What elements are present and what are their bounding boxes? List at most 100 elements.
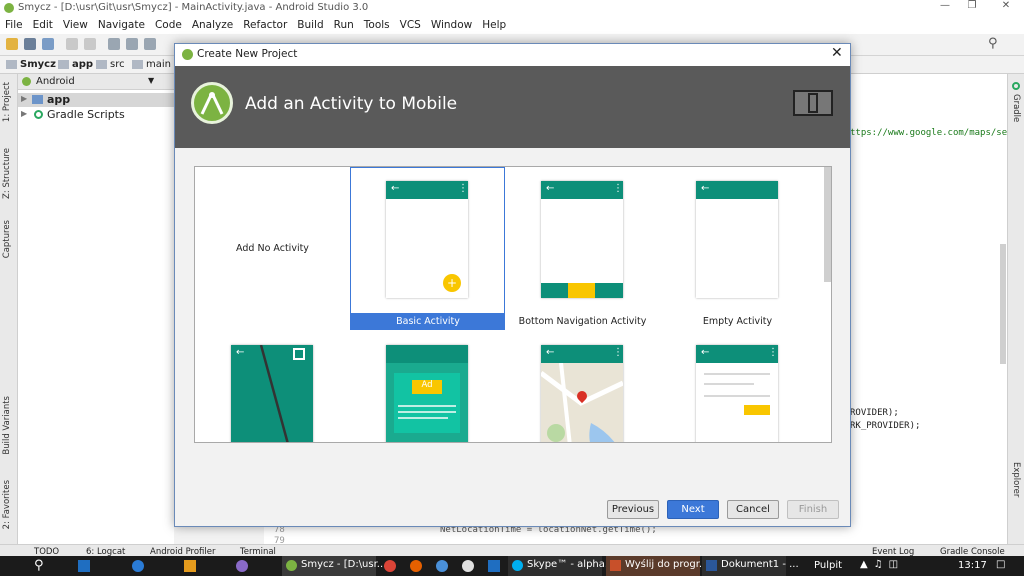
- app-icon[interactable]: [436, 560, 448, 572]
- tree-item-app[interactable]: ▶ app: [18, 93, 174, 107]
- notifications-icon[interactable]: □: [996, 559, 1005, 570]
- close-window-button[interactable]: ✕: [996, 0, 1016, 11]
- word-icon: [706, 560, 717, 571]
- breadcrumb-main[interactable]: main: [146, 59, 171, 70]
- folder-icon: [58, 60, 69, 69]
- menu-tools[interactable]: Tools: [359, 17, 395, 31]
- sync-icon[interactable]: [42, 38, 54, 50]
- app-icon[interactable]: [184, 560, 196, 572]
- menu-refactor[interactable]: Refactor: [238, 17, 292, 31]
- app-icon[interactable]: [236, 560, 248, 572]
- tab-build-variants[interactable]: Build Variants: [2, 396, 12, 455]
- undo-icon[interactable]: [66, 38, 78, 50]
- menu-analyze[interactable]: Analyze: [187, 17, 238, 31]
- next-button[interactable]: Next: [667, 500, 719, 519]
- cut-icon[interactable]: [108, 38, 120, 50]
- back-arrow-icon: ←: [546, 347, 555, 358]
- minimize-button[interactable]: —: [935, 0, 955, 11]
- taskbar-word[interactable]: Dokument1 - ...: [702, 556, 799, 576]
- tab-structure[interactable]: Z: Structure: [2, 148, 12, 199]
- overflow-menu-icon: ⋮: [613, 183, 623, 194]
- template-login-activity[interactable]: ← ⋮: [660, 330, 815, 442]
- breadcrumb-smycz[interactable]: Smycz: [20, 59, 56, 70]
- outlook-icon[interactable]: [78, 560, 90, 572]
- template-google-admob-ads-activity[interactable]: Ad: [350, 330, 505, 442]
- taskbar-android-studio[interactable]: Smycz - [D:\usr...: [282, 556, 386, 576]
- dialog-title-bar: Create New Project ✕: [175, 44, 850, 66]
- paste-icon[interactable]: [144, 38, 156, 50]
- project-view-selector[interactable]: Android ▼: [18, 74, 174, 90]
- system-tray-icons[interactable]: ▲♫◫: [860, 559, 904, 570]
- menu-file[interactable]: File: [0, 17, 28, 31]
- editor-scrollbar[interactable]: [1000, 244, 1006, 364]
- breadcrumb-src[interactable]: src: [110, 59, 125, 70]
- maximize-button[interactable]: ❐: [962, 0, 982, 11]
- back-arrow-icon: ←: [236, 347, 245, 358]
- template-fullscreen-activity[interactable]: ←: [195, 330, 350, 442]
- gradle-icon: [1012, 82, 1020, 90]
- redo-icon[interactable]: [84, 38, 96, 50]
- folder-icon: [96, 60, 107, 69]
- search-everywhere-icon[interactable]: ⚲: [988, 36, 998, 51]
- app-bar: [386, 345, 468, 363]
- previous-button[interactable]: Previous: [607, 500, 659, 519]
- tree-item-gradle-scripts[interactable]: ▶ Gradle Scripts: [18, 108, 174, 122]
- fab-icon: +: [443, 274, 461, 292]
- finish-button[interactable]: Finish: [787, 500, 839, 519]
- expand-arrow-icon[interactable]: ▶: [21, 94, 27, 103]
- breadcrumb-app[interactable]: app: [72, 59, 93, 70]
- template-bottom-navigation-activity[interactable]: ← ⋮ Bottom Navigation Activity: [505, 167, 660, 330]
- template-add-no-activity[interactable]: Add No Activity: [195, 167, 350, 330]
- menu-build[interactable]: Build: [292, 17, 328, 31]
- tab-gradle[interactable]: Gradle: [1011, 94, 1021, 122]
- template-basic-activity[interactable]: ← ⋮ + Basic Activity: [350, 167, 505, 330]
- save-icon[interactable]: [24, 38, 36, 50]
- code-line: ttps://www.google.com/maps/sea: [850, 128, 1013, 138]
- desktop-toolbar-label[interactable]: Pulpit: [814, 560, 842, 571]
- taskbar-wyslij[interactable]: Wyślij do progr...: [606, 556, 708, 576]
- clock[interactable]: 13:17: [958, 560, 987, 571]
- template-google-maps-activity[interactable]: ← ⋮: [505, 330, 660, 442]
- copy-icon[interactable]: [126, 38, 138, 50]
- template-preview: ← ⋮: [696, 345, 778, 442]
- skype-icon: [512, 560, 523, 571]
- menu-navigate[interactable]: Navigate: [93, 17, 150, 31]
- android-studio-logo-icon: [182, 49, 193, 60]
- search-icon[interactable]: ⚲: [34, 558, 44, 573]
- menu-code[interactable]: Code: [150, 17, 187, 31]
- taskbar-item-label: Dokument1 - ...: [721, 559, 799, 570]
- app-icon[interactable]: [488, 560, 500, 572]
- android-compass-icon: [200, 92, 224, 115]
- chrome-icon[interactable]: [384, 560, 396, 572]
- code-line: RK_PROVIDER);: [850, 421, 921, 431]
- template-empty-activity[interactable]: ← Empty Activity: [660, 167, 815, 330]
- menu-window[interactable]: Window: [426, 17, 477, 31]
- menu-edit[interactable]: Edit: [28, 17, 58, 31]
- template-label: Add No Activity: [236, 243, 309, 254]
- menu-vcs[interactable]: VCS: [395, 17, 426, 31]
- tab-captures[interactable]: Captures: [2, 220, 12, 258]
- app-bar: ← ⋮: [541, 181, 623, 199]
- menu-help[interactable]: Help: [477, 17, 511, 31]
- menu-view[interactable]: View: [58, 17, 93, 31]
- app-icon[interactable]: [132, 560, 144, 572]
- create-new-project-dialog: Create New Project ✕ Add an Activity to …: [174, 43, 851, 527]
- tab-project[interactable]: 1: Project: [2, 82, 12, 122]
- code-editor[interactable]: ttps://www.google.com/maps/sea ROVIDER);…: [850, 74, 1013, 544]
- app-icon[interactable]: [462, 560, 474, 572]
- menu-run[interactable]: Run: [329, 17, 359, 31]
- grid-scrollbar[interactable]: [824, 167, 831, 282]
- android-studio-logo-icon: [286, 560, 297, 571]
- cancel-button[interactable]: Cancel: [727, 500, 779, 519]
- tab-favorites[interactable]: 2: Favorites: [2, 480, 12, 529]
- phone-outline-icon: [808, 93, 818, 113]
- expand-arrow-icon[interactable]: ▶: [21, 109, 27, 118]
- template-preview: ←: [696, 181, 778, 298]
- taskbar-skype[interactable]: Skype™ - alpha...: [508, 556, 614, 576]
- dialog-close-button[interactable]: ✕: [831, 45, 843, 61]
- open-folder-icon[interactable]: [6, 38, 18, 50]
- app-bar: ← ⋮: [386, 181, 468, 199]
- firefox-icon[interactable]: [410, 560, 422, 572]
- template-preview: ←: [231, 345, 313, 442]
- tab-device-file-explorer[interactable]: Device File Explorer: [1011, 462, 1024, 544]
